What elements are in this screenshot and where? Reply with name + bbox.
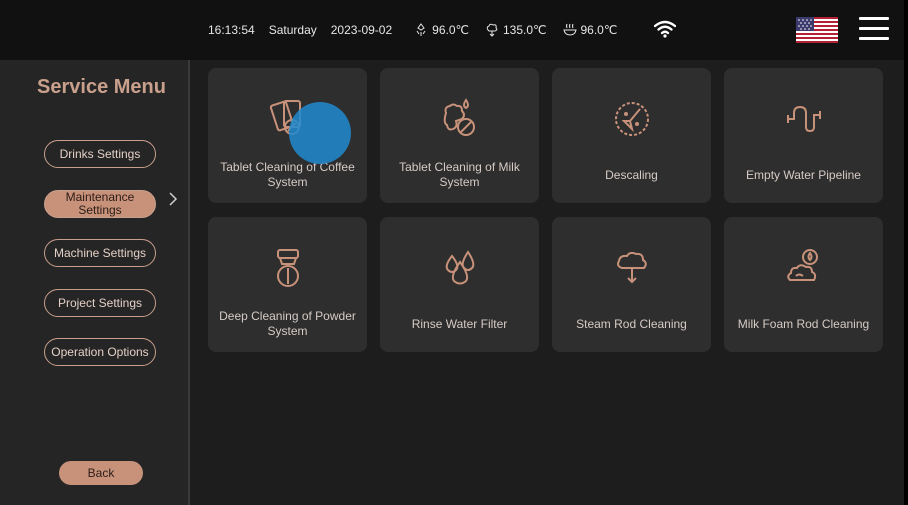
sidebar-item-operation-options[interactable]: Operation Options [44, 338, 156, 366]
coffee-boiler-icon [416, 23, 426, 36]
descaling-icon [614, 102, 649, 136]
tile-label: Descaling [605, 167, 658, 182]
us-flag-icon[interactable] [796, 17, 838, 43]
back-button[interactable]: Back [59, 461, 143, 485]
tile-label: Deep Cleaning of Powder System [219, 309, 356, 338]
steam-rod-icon [616, 251, 647, 284]
tile-label: Steam Rod Cleaning [576, 316, 687, 331]
tile-deep-cleaning-powder[interactable]: Deep Cleaning of Powder System [208, 217, 367, 352]
sidebar-item-drinks-settings[interactable]: Drinks Settings [44, 140, 156, 168]
tile-label: Tablet Cleaning of Milk System [399, 160, 520, 189]
water-pipeline-icon [786, 105, 821, 133]
screen: 16:13:54 Saturday 2023-09-02 96.0℃ 135.0… [0, 0, 904, 505]
tile-tablet-cleaning-coffee[interactable]: Tablet Cleaning of Coffee System [208, 68, 367, 203]
sidebar-title: Service Menu [37, 76, 166, 98]
chevron-right-icon [169, 192, 178, 206]
tile-label: Tablet Cleaning of Coffee System [220, 160, 355, 189]
water-filter-icon [445, 250, 474, 285]
tile-descaling[interactable]: Descaling [552, 68, 711, 203]
tile-milk-foam-rod-cleaning[interactable]: Milk Foam Rod Cleaning [724, 217, 883, 352]
tile-label: Milk Foam Rod Cleaning [737, 316, 870, 331]
sidebar-item-machine-settings[interactable]: Machine Settings [44, 239, 156, 267]
hot-water-icon [562, 23, 577, 36]
sidebar: Service Menu Drinks Settings Maintenance… [0, 60, 190, 505]
milk-foam-rod-icon [786, 249, 818, 281]
steam-boiler-temp: 135.0℃ [485, 23, 547, 37]
tile-rinse-water-filter[interactable]: Rinse Water Filter [380, 217, 539, 352]
milk-tablet-cleaning-icon [443, 98, 475, 136]
wifi-icon [654, 20, 676, 38]
tile-tablet-cleaning-milk[interactable]: Tablet Cleaning of Milk System [380, 68, 539, 203]
hamburger-menu-icon[interactable] [859, 17, 889, 43]
tile-empty-water-pipeline[interactable]: Empty Water Pipeline [724, 68, 883, 203]
hot-water-temp: 96.0℃ [562, 23, 617, 37]
sidebar-item-maintenance-settings[interactable]: Maintenance Settings [44, 190, 156, 218]
tile-steam-rod-cleaning[interactable]: Steam Rod Cleaning [552, 217, 711, 352]
coffee-tablet-cleaning-icon [269, 100, 301, 135]
tile-label: Empty Water Pipeline [746, 167, 861, 182]
tile-label: Rinse Water Filter [411, 316, 508, 331]
weekday: Saturday [268, 23, 317, 37]
coffee-boiler-temp: 96.0℃ [414, 23, 469, 37]
powder-system-icon [276, 249, 299, 287]
date: 2023-09-02 [330, 23, 393, 37]
top-bar: 16:13:54 Saturday 2023-09-02 96.0℃ 135.0… [0, 0, 904, 60]
steam-boiler-icon [486, 23, 498, 37]
sidebar-item-project-settings[interactable]: Project Settings [44, 289, 156, 317]
status-bar: 16:13:54 Saturday 2023-09-02 96.0℃ 135.0… [208, 0, 633, 60]
clock: 16:13:54 [208, 23, 255, 37]
